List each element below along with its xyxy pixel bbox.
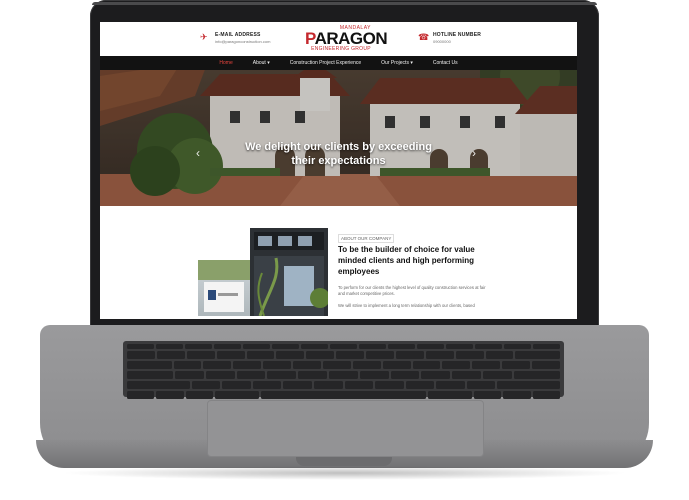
hotline-label: HOTLINE NUMBER <box>433 32 482 38</box>
hero-headline: We delight our clients by exceeding thei… <box>245 141 432 167</box>
contact-hotline: ☎ HOTLINE NUMBER 09000000 <box>418 32 481 44</box>
nav-construction-experience[interactable]: Construction Project Experience <box>287 56 364 70</box>
laptop-lid-edge <box>92 2 597 5</box>
about-title: To be the builder of choice for value mi… <box>338 245 475 276</box>
keyboard <box>123 341 564 399</box>
laptop-notch <box>296 456 392 466</box>
nav-home[interactable]: Home <box>216 56 235 70</box>
hotline-value[interactable]: 09000000 <box>433 39 481 44</box>
laptop-shadow <box>60 466 629 480</box>
trackpad[interactable] <box>207 400 484 457</box>
about-photo-building <box>250 228 330 317</box>
phone-icon: ☎ <box>418 32 430 42</box>
main-nav: Home About ▾ Construction Project Experi… <box>100 56 577 70</box>
about-paragraph-2: We will strive to implement a long term … <box>338 303 475 308</box>
about-paragraph-1: To perform for our clients the highest l… <box>338 285 486 296</box>
email-value[interactable]: info@paragonconstruction.com <box>215 39 270 44</box>
site-logo[interactable]: MANDALAY PARAGON ENGINEERING GROUP <box>305 25 388 53</box>
about-tag: ABOUT OUR COMPANY <box>338 234 395 243</box>
about-photo-sign <box>198 260 252 316</box>
paper-plane-icon: ✈ <box>200 32 208 42</box>
chevron-right-icon[interactable]: › <box>472 146 476 160</box>
about-section: ABOUT OUR COMPANY To be the builder of c… <box>100 206 577 319</box>
email-label: E-MAIL ADDRESS <box>215 32 261 38</box>
chevron-left-icon[interactable]: ‹ <box>196 146 200 160</box>
contact-email: ✈ E-MAIL ADDRESS info@paragonconstructio… <box>200 32 270 44</box>
nav-about[interactable]: About ▾ <box>250 56 273 70</box>
site-topbar: ✈ E-MAIL ADDRESS info@paragonconstructio… <box>100 22 577 56</box>
logo-subtitle: ENGINEERING GROUP <box>311 46 371 52</box>
nav-contact[interactable]: Contact Us <box>430 56 461 70</box>
laptop-screen: ✈ E-MAIL ADDRESS info@paragonconstructio… <box>100 22 577 319</box>
logo-wordmark: PARAGON <box>305 29 388 48</box>
hero-photo <box>100 56 577 206</box>
nav-our-projects[interactable]: Our Projects ▾ <box>378 56 416 70</box>
hero-banner: We delight our clients by exceeding thei… <box>100 56 577 206</box>
